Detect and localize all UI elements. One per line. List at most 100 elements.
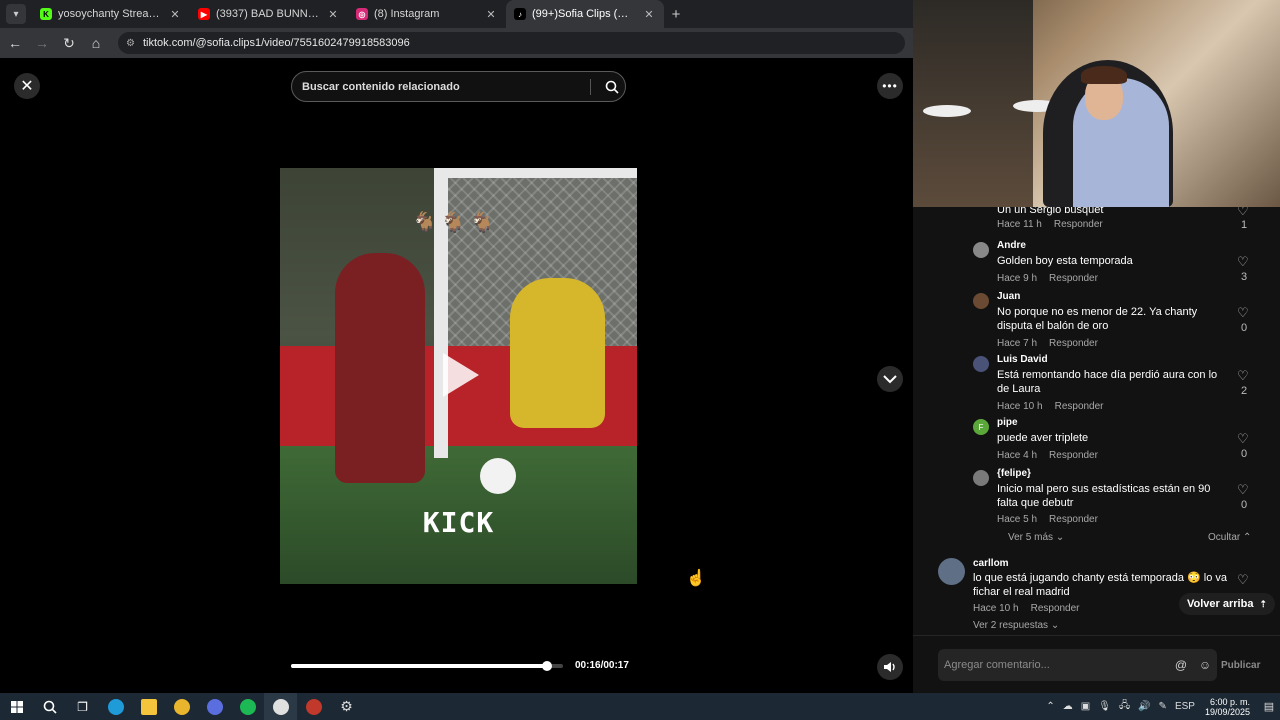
tab-close-icon[interactable]: ✕ <box>642 8 656 21</box>
browser-tab-active[interactable]: ♪ (99+)Sofia Clips (@sofia.clips1) ✕ <box>506 0 664 28</box>
notification-icon[interactable]: ▤ <box>1258 693 1280 720</box>
comment-username[interactable]: pipe <box>997 417 1018 428</box>
reply-button[interactable]: Responder <box>1049 450 1098 461</box>
emoji-icon[interactable]: ☺ <box>1193 658 1217 672</box>
mention-icon[interactable]: @ <box>1169 658 1193 672</box>
avatar[interactable] <box>973 470 989 486</box>
tab-title: (8) Instagram <box>374 8 440 20</box>
video-progress-bar[interactable] <box>291 661 563 671</box>
site-info-icon[interactable]: ⚙ <box>126 38 135 49</box>
chevron-down-icon: ⌄ <box>1050 620 1060 631</box>
reply-button[interactable]: Responder <box>1049 273 1098 284</box>
chevron-up-icon[interactable]: ⌃ <box>1046 701 1054 712</box>
search-icon[interactable] <box>33 693 66 720</box>
comment-meta: Hace 4 h Responder <box>997 450 1098 461</box>
next-video-chevron-down-icon[interactable] <box>877 366 903 392</box>
comment-input-box[interactable]: @ ☺ <box>938 649 1217 681</box>
publish-button[interactable]: Publicar <box>1221 660 1260 671</box>
home-icon[interactable]: ⌂ <box>84 31 108 55</box>
pen-icon[interactable]: ✎ <box>1159 701 1167 712</box>
new-tab-icon[interactable]: + <box>664 6 688 23</box>
comment-username[interactable]: carllom <box>973 558 1009 569</box>
tray-app-icon[interactable]: ▣ <box>1081 701 1090 712</box>
like-heart-icon[interactable]: ♡ <box>1237 305 1249 321</box>
task-view-icon[interactable]: ❐ <box>66 693 99 720</box>
volume-icon[interactable]: 🔊 <box>1138 701 1150 712</box>
edge-browser-icon[interactable] <box>99 693 132 720</box>
clock-time: 6:00 p. m. <box>1209 696 1250 707</box>
close-icon[interactable]: ✕ <box>14 73 40 99</box>
browser-tab[interactable]: ▶ (3937) BAD BUNNY - EoO (Visu ✕ <box>190 0 348 28</box>
mouse-pointer-icon: ☝ <box>686 570 706 587</box>
view-more-replies-button[interactable]: Ver 5 más ⌄ <box>1008 532 1064 543</box>
comment-meta: Hace 10 h Responder <box>973 603 1080 614</box>
reply-button[interactable]: Responder <box>1031 603 1080 614</box>
progress-knob[interactable] <box>541 661 552 671</box>
avatar[interactable] <box>973 356 989 372</box>
comments-panel: Un un Sergio busquet Hace 11 h Responder … <box>913 207 1280 635</box>
reply-button[interactable]: Responder <box>1049 514 1098 525</box>
language-indicator[interactable]: ESP <box>1175 701 1195 712</box>
tab-close-icon[interactable]: ✕ <box>326 8 340 21</box>
more-options-icon[interactable]: ••• <box>877 73 903 99</box>
tab-close-icon[interactable]: ✕ <box>168 8 182 21</box>
browser-tab[interactable]: ◎ (8) Instagram ✕ <box>348 0 506 28</box>
comment-username[interactable]: Juan <box>997 291 1020 302</box>
comment-username[interactable]: Luis David <box>997 354 1048 365</box>
settings-gear-icon[interactable]: ⚙ <box>330 693 363 720</box>
microphone-icon[interactable]: 🎙 <box>1098 701 1111 712</box>
back-to-top-button[interactable]: Volver arriba ⇡ <box>1179 593 1275 615</box>
reload-icon[interactable]: ↻ <box>57 31 81 55</box>
comment-username[interactable]: {felipe} <box>997 468 1031 479</box>
related-search-input[interactable] <box>302 80 582 93</box>
webcam-stool <box>923 105 971 117</box>
comment-username[interactable]: Andre <box>997 240 1026 251</box>
chrome-active-icon[interactable] <box>264 693 297 720</box>
like-count: 0 <box>1241 499 1248 511</box>
goat-emojis: 🐐🐐🐐 <box>412 212 499 234</box>
tab-search-button[interactable]: ▾ <box>6 4 26 24</box>
reply-button[interactable]: Responder <box>1049 338 1098 349</box>
like-heart-icon[interactable]: ♡ <box>1237 254 1249 270</box>
avatar[interactable] <box>973 242 989 258</box>
hide-replies-button[interactable]: Ocultar ⌃ <box>1208 532 1251 543</box>
video-player-area: ✕ ••• 🐐🐐🐐 KICK 00:16/00:17 ☝ <box>0 58 913 693</box>
cloud-icon[interactable]: ☁ <box>1063 701 1073 712</box>
windows-start-icon[interactable] <box>0 693 33 720</box>
avatar[interactable] <box>973 293 989 309</box>
volume-icon[interactable] <box>877 654 903 680</box>
comment-text: Golden boy esta temporada <box>997 255 1133 267</box>
like-heart-icon[interactable]: ♡ <box>1237 482 1249 498</box>
forward-arrow-icon[interactable]: → <box>30 31 54 55</box>
hide-label: Ocultar <box>1208 532 1241 543</box>
url-field[interactable]: ⚙ tiktok.com/@sofia.clips1/video/7551602… <box>118 32 905 54</box>
reply-button[interactable]: Responder <box>1055 401 1104 412</box>
chrome-icon[interactable] <box>165 693 198 720</box>
spotify-icon[interactable] <box>231 693 264 720</box>
taskbar-clock[interactable]: 6:00 p. m. 19/09/2025 <box>1205 697 1250 717</box>
tab-close-icon[interactable]: ✕ <box>484 8 498 21</box>
avatar[interactable] <box>938 558 965 585</box>
network-icon[interactable]: 🖧 <box>1119 698 1130 715</box>
like-heart-icon[interactable]: ♡ <box>1237 368 1249 384</box>
search-icon[interactable] <box>599 80 625 94</box>
comment-meta: Hace 11 h Responder <box>997 219 1103 230</box>
tiktok-favicon-icon: ♪ <box>514 8 526 20</box>
reply-button[interactable]: Responder <box>1054 219 1103 230</box>
play-icon[interactable] <box>443 353 479 397</box>
avatar[interactable]: F <box>973 419 989 435</box>
view-replies-button[interactable]: Ver 2 respuestas ⌄ <box>973 620 1059 631</box>
app-icon[interactable] <box>198 693 231 720</box>
like-heart-icon[interactable]: ♡ <box>1237 207 1249 219</box>
back-arrow-icon[interactable]: ← <box>3 31 27 55</box>
chevron-down-icon: ⌄ <box>1055 532 1065 543</box>
like-heart-icon[interactable]: ♡ <box>1237 431 1249 447</box>
app-icon[interactable] <box>297 693 330 720</box>
comment-time: Hace 10 h <box>973 603 1019 614</box>
comment-input[interactable] <box>944 659 1169 671</box>
like-heart-icon[interactable]: ♡ <box>1237 572 1249 588</box>
related-search-box[interactable] <box>291 71 626 102</box>
browser-tab[interactable]: K yosoychanty Stream - Watch Li ✕ <box>32 0 190 28</box>
video-frame[interactable]: 🐐🐐🐐 KICK <box>280 168 637 584</box>
file-explorer-icon[interactable] <box>132 693 165 720</box>
